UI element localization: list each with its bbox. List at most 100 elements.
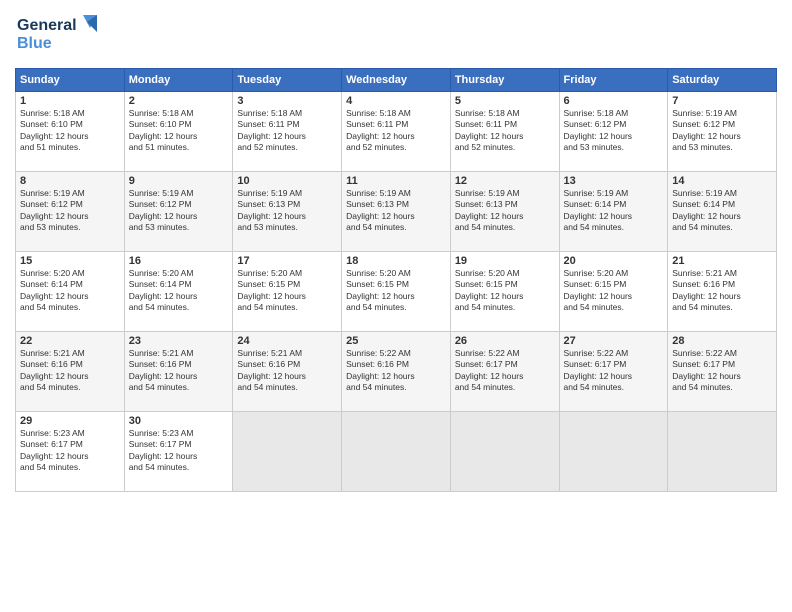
- calendar-cell: [559, 412, 668, 492]
- calendar-cell: 6 Sunrise: 5:18 AMSunset: 6:12 PMDayligh…: [559, 92, 668, 172]
- day-number: 8: [20, 175, 120, 187]
- calendar-cell: 18 Sunrise: 5:20 AMSunset: 6:15 PMDaylig…: [342, 252, 451, 332]
- calendar-cell: 1 Sunrise: 5:18 AMSunset: 6:10 PMDayligh…: [16, 92, 125, 172]
- day-detail: Sunrise: 5:22 AMSunset: 6:17 PMDaylight:…: [455, 348, 524, 392]
- day-detail: Sunrise: 5:18 AMSunset: 6:10 PMDaylight:…: [20, 108, 89, 152]
- day-number: 21: [672, 255, 772, 267]
- calendar-cell: 24 Sunrise: 5:21 AMSunset: 6:16 PMDaylig…: [233, 332, 342, 412]
- day-number: 5: [455, 95, 555, 107]
- calendar-cell: [342, 412, 451, 492]
- day-number: 3: [237, 95, 337, 107]
- svg-text:General: General: [17, 17, 77, 34]
- day-number: 1: [20, 95, 120, 107]
- calendar-week-3: 15 Sunrise: 5:20 AMSunset: 6:14 PMDaylig…: [16, 252, 777, 332]
- calendar-week-5: 29 Sunrise: 5:23 AMSunset: 6:17 PMDaylig…: [16, 412, 777, 492]
- calendar-week-1: 1 Sunrise: 5:18 AMSunset: 6:10 PMDayligh…: [16, 92, 777, 172]
- day-number: 26: [455, 335, 555, 347]
- calendar-cell: 19 Sunrise: 5:20 AMSunset: 6:15 PMDaylig…: [450, 252, 559, 332]
- calendar-cell: 20 Sunrise: 5:20 AMSunset: 6:15 PMDaylig…: [559, 252, 668, 332]
- day-number: 2: [129, 95, 229, 107]
- calendar-cell: 13 Sunrise: 5:19 AMSunset: 6:14 PMDaylig…: [559, 172, 668, 252]
- day-number: 29: [20, 415, 120, 427]
- day-detail: Sunrise: 5:19 AMSunset: 6:12 PMDaylight:…: [20, 188, 89, 232]
- day-detail: Sunrise: 5:23 AMSunset: 6:17 PMDaylight:…: [20, 428, 89, 472]
- day-detail: Sunrise: 5:21 AMSunset: 6:16 PMDaylight:…: [20, 348, 89, 392]
- calendar-cell: 10 Sunrise: 5:19 AMSunset: 6:13 PMDaylig…: [233, 172, 342, 252]
- day-detail: Sunrise: 5:19 AMSunset: 6:12 PMDaylight:…: [129, 188, 198, 232]
- calendar-cell: [450, 412, 559, 492]
- calendar-cell: 12 Sunrise: 5:19 AMSunset: 6:13 PMDaylig…: [450, 172, 559, 252]
- day-detail: Sunrise: 5:18 AMSunset: 6:11 PMDaylight:…: [455, 108, 524, 152]
- day-number: 28: [672, 335, 772, 347]
- day-detail: Sunrise: 5:18 AMSunset: 6:11 PMDaylight:…: [237, 108, 306, 152]
- calendar-cell: 28 Sunrise: 5:22 AMSunset: 6:17 PMDaylig…: [668, 332, 777, 412]
- day-number: 22: [20, 335, 120, 347]
- calendar-cell: 29 Sunrise: 5:23 AMSunset: 6:17 PMDaylig…: [16, 412, 125, 492]
- calendar-cell: 2 Sunrise: 5:18 AMSunset: 6:10 PMDayligh…: [124, 92, 233, 172]
- day-number: 20: [564, 255, 664, 267]
- day-detail: Sunrise: 5:18 AMSunset: 6:12 PMDaylight:…: [564, 108, 633, 152]
- calendar-week-2: 8 Sunrise: 5:19 AMSunset: 6:12 PMDayligh…: [16, 172, 777, 252]
- calendar-cell: 9 Sunrise: 5:19 AMSunset: 6:12 PMDayligh…: [124, 172, 233, 252]
- calendar-cell: 4 Sunrise: 5:18 AMSunset: 6:11 PMDayligh…: [342, 92, 451, 172]
- calendar-header-sunday: Sunday: [16, 69, 125, 92]
- calendar-cell: 14 Sunrise: 5:19 AMSunset: 6:14 PMDaylig…: [668, 172, 777, 252]
- calendar-cell: 25 Sunrise: 5:22 AMSunset: 6:16 PMDaylig…: [342, 332, 451, 412]
- calendar-cell: 16 Sunrise: 5:20 AMSunset: 6:14 PMDaylig…: [124, 252, 233, 332]
- day-detail: Sunrise: 5:19 AMSunset: 6:13 PMDaylight:…: [346, 188, 415, 232]
- calendar-header-thursday: Thursday: [450, 69, 559, 92]
- calendar-header-tuesday: Tuesday: [233, 69, 342, 92]
- day-number: 10: [237, 175, 337, 187]
- day-detail: Sunrise: 5:19 AMSunset: 6:13 PMDaylight:…: [455, 188, 524, 232]
- day-detail: Sunrise: 5:21 AMSunset: 6:16 PMDaylight:…: [672, 268, 741, 312]
- calendar-cell: 30 Sunrise: 5:23 AMSunset: 6:17 PMDaylig…: [124, 412, 233, 492]
- calendar-cell: 5 Sunrise: 5:18 AMSunset: 6:11 PMDayligh…: [450, 92, 559, 172]
- day-number: 17: [237, 255, 337, 267]
- day-number: 25: [346, 335, 446, 347]
- calendar-cell: 8 Sunrise: 5:19 AMSunset: 6:12 PMDayligh…: [16, 172, 125, 252]
- calendar-cell: 27 Sunrise: 5:22 AMSunset: 6:17 PMDaylig…: [559, 332, 668, 412]
- calendar-cell: 21 Sunrise: 5:21 AMSunset: 6:16 PMDaylig…: [668, 252, 777, 332]
- day-detail: Sunrise: 5:18 AMSunset: 6:10 PMDaylight:…: [129, 108, 198, 152]
- calendar-header-friday: Friday: [559, 69, 668, 92]
- day-number: 19: [455, 255, 555, 267]
- calendar-cell: 22 Sunrise: 5:21 AMSunset: 6:16 PMDaylig…: [16, 332, 125, 412]
- day-detail: Sunrise: 5:22 AMSunset: 6:17 PMDaylight:…: [672, 348, 741, 392]
- day-number: 9: [129, 175, 229, 187]
- logo: General Blue: [15, 10, 100, 60]
- day-number: 16: [129, 255, 229, 267]
- day-detail: Sunrise: 5:20 AMSunset: 6:15 PMDaylight:…: [237, 268, 306, 312]
- day-number: 14: [672, 175, 772, 187]
- day-detail: Sunrise: 5:20 AMSunset: 6:14 PMDaylight:…: [20, 268, 89, 312]
- logo-icon: General Blue: [15, 10, 100, 55]
- day-number: 12: [455, 175, 555, 187]
- day-detail: Sunrise: 5:20 AMSunset: 6:14 PMDaylight:…: [129, 268, 198, 312]
- day-number: 30: [129, 415, 229, 427]
- day-number: 6: [564, 95, 664, 107]
- calendar-cell: 15 Sunrise: 5:20 AMSunset: 6:14 PMDaylig…: [16, 252, 125, 332]
- day-number: 24: [237, 335, 337, 347]
- day-detail: Sunrise: 5:19 AMSunset: 6:12 PMDaylight:…: [672, 108, 741, 152]
- svg-text:Blue: Blue: [17, 35, 52, 52]
- day-detail: Sunrise: 5:20 AMSunset: 6:15 PMDaylight:…: [564, 268, 633, 312]
- calendar-cell: 23 Sunrise: 5:21 AMSunset: 6:16 PMDaylig…: [124, 332, 233, 412]
- day-detail: Sunrise: 5:21 AMSunset: 6:16 PMDaylight:…: [129, 348, 198, 392]
- calendar-cell: [668, 412, 777, 492]
- day-detail: Sunrise: 5:20 AMSunset: 6:15 PMDaylight:…: [455, 268, 524, 312]
- calendar-cell: 17 Sunrise: 5:20 AMSunset: 6:15 PMDaylig…: [233, 252, 342, 332]
- day-detail: Sunrise: 5:19 AMSunset: 6:13 PMDaylight:…: [237, 188, 306, 232]
- day-number: 4: [346, 95, 446, 107]
- calendar-header-row: SundayMondayTuesdayWednesdayThursdayFrid…: [16, 69, 777, 92]
- day-detail: Sunrise: 5:23 AMSunset: 6:17 PMDaylight:…: [129, 428, 198, 472]
- day-number: 18: [346, 255, 446, 267]
- calendar-header-wednesday: Wednesday: [342, 69, 451, 92]
- calendar-cell: [233, 412, 342, 492]
- calendar-table: SundayMondayTuesdayWednesdayThursdayFrid…: [15, 68, 777, 492]
- calendar-cell: 11 Sunrise: 5:19 AMSunset: 6:13 PMDaylig…: [342, 172, 451, 252]
- calendar-cell: 7 Sunrise: 5:19 AMSunset: 6:12 PMDayligh…: [668, 92, 777, 172]
- day-detail: Sunrise: 5:19 AMSunset: 6:14 PMDaylight:…: [564, 188, 633, 232]
- day-detail: Sunrise: 5:19 AMSunset: 6:14 PMDaylight:…: [672, 188, 741, 232]
- calendar-cell: 3 Sunrise: 5:18 AMSunset: 6:11 PMDayligh…: [233, 92, 342, 172]
- day-number: 11: [346, 175, 446, 187]
- day-detail: Sunrise: 5:20 AMSunset: 6:15 PMDaylight:…: [346, 268, 415, 312]
